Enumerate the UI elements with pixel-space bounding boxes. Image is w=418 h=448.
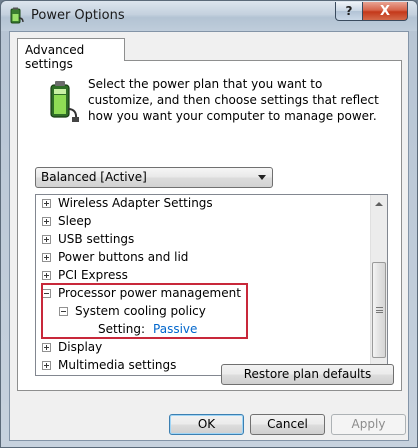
tree-item-label: System cooling policy (75, 304, 206, 318)
chevron-down-icon (258, 175, 266, 180)
expand-icon[interactable] (42, 198, 51, 208)
tree-item-pci-express[interactable]: PCI Express (42, 266, 128, 284)
tree-item-label: Sleep (58, 214, 92, 228)
tree-item-label: Display (58, 340, 103, 354)
settings-tree: Wireless Adapter Settings Sleep USB sett… (35, 194, 388, 376)
expand-icon[interactable] (42, 234, 51, 244)
instructions-text: Select the power plan that you want to c… (88, 77, 379, 123)
grip-icon (376, 307, 383, 313)
ok-button[interactable]: OK (169, 414, 244, 435)
power-plan-select[interactable]: Balanced [Active] (35, 167, 273, 188)
scroll-up-icon (375, 201, 383, 206)
expand-icon[interactable] (42, 252, 51, 262)
tree-scrollbar[interactable] (370, 195, 387, 375)
window-title: Power Options (31, 8, 125, 23)
tree-item-label: Multimedia settings (58, 358, 177, 372)
collapse-icon[interactable] (59, 306, 68, 316)
battery-plug-icon (50, 81, 79, 122)
scroll-up-button[interactable] (371, 195, 387, 212)
tree-item-system-cooling[interactable]: System cooling policy (59, 302, 206, 320)
tree-item-label: Wireless Adapter Settings (58, 196, 213, 210)
close-icon: X (379, 3, 391, 19)
apply-button[interactable]: Apply (331, 414, 406, 435)
tree-item-sleep[interactable]: Sleep (42, 212, 91, 230)
tree-item-display[interactable]: Display (42, 338, 102, 356)
cancel-button[interactable]: Cancel (250, 414, 325, 435)
expand-icon[interactable] (42, 270, 51, 280)
tree-item-multimedia[interactable]: Multimedia settings (42, 356, 176, 374)
power-options-window: Power Options ? X Advanced settings Sele… (0, 0, 418, 448)
restore-plan-defaults-button[interactable]: Restore plan defaults (221, 364, 394, 385)
power-options-icon (10, 7, 24, 24)
scrollbar-thumb[interactable] (372, 262, 386, 358)
title-bar[interactable]: Power Options ? X (1, 1, 417, 31)
tree-item-processor-power[interactable]: Processor power management (42, 284, 241, 302)
tree-item-wireless-adapter[interactable]: Wireless Adapter Settings (42, 195, 213, 212)
help-button[interactable]: ? (335, 2, 363, 21)
close-button[interactable]: X (362, 2, 408, 21)
help-icon: ? (345, 4, 353, 18)
expand-icon[interactable] (42, 342, 51, 352)
advanced-settings-panel: Select the power plan that you want to c… (17, 60, 402, 391)
collapse-icon[interactable] (42, 288, 51, 298)
tree-item-power-buttons[interactable]: Power buttons and lid (42, 248, 188, 266)
tree-item-label: USB settings (58, 232, 135, 246)
expand-icon[interactable] (42, 216, 51, 226)
expand-icon[interactable] (42, 360, 51, 370)
tree-item-label: Processor power management (58, 286, 241, 300)
tree-item-usb-settings[interactable]: USB settings (42, 230, 134, 248)
setting-value-link[interactable]: Passive (153, 322, 197, 336)
setting-label: Setting: (98, 322, 146, 336)
tab-advanced-settings[interactable]: Advanced settings (17, 38, 125, 71)
tree-item-label: Power buttons and lid (58, 250, 189, 264)
tree-item-label: PCI Express (58, 268, 128, 282)
tree-item-setting[interactable]: Setting: Passive (98, 320, 197, 338)
dialog-client-area: Advanced settings Select the power plan … (9, 31, 409, 441)
power-plan-value: Balanced [Active] (41, 170, 147, 184)
